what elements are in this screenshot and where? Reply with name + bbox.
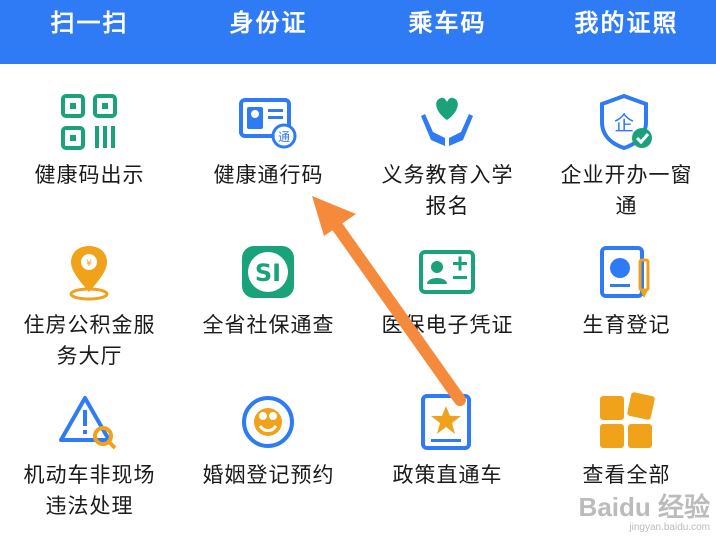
medical-card-icon xyxy=(417,242,477,302)
tab-scan[interactable]: 扫一扫 xyxy=(0,3,179,38)
top-tab-bar: 扫一扫 身份证 乘车码 我的证照 xyxy=(0,0,716,64)
svg-text:通: 通 xyxy=(278,130,290,144)
tab-id-card[interactable]: 身份证 xyxy=(179,3,358,38)
service-label: 健康通行码 xyxy=(213,163,324,187)
service-label: 机动车非现场 违法处理 xyxy=(23,463,156,518)
service-label: 全省社保通查 xyxy=(202,313,335,337)
service-medical-insurance-card[interactable]: 医保电子凭证 xyxy=(358,214,537,364)
service-label: 政策直通车 xyxy=(392,463,503,487)
service-housing-fund[interactable]: ¥ 住房公积金服 务大厅 xyxy=(0,214,179,368)
service-marriage-appointment[interactable]: 婚姻登记预约 xyxy=(179,364,358,514)
id-card-pass-icon: 通 xyxy=(238,92,298,152)
social-security-logo-icon: SI xyxy=(238,242,298,302)
qr-code-icon xyxy=(59,92,119,152)
heart-hands-icon xyxy=(417,92,477,152)
tab-ride-code[interactable]: 乘车码 xyxy=(358,3,537,38)
service-traffic-violation[interactable]: 机动车非现场 违法处理 xyxy=(0,364,179,518)
enterprise-shield-icon: 企 xyxy=(596,92,656,152)
watermark: Baidu 经验 jingyan.baidu.com xyxy=(579,487,710,533)
marriage-icon xyxy=(238,392,298,452)
service-label: 健康码出示 xyxy=(34,163,145,187)
service-label: 义务教育入学 报名 xyxy=(381,163,514,218)
policy-star-icon xyxy=(417,392,477,452)
service-label: 生育登记 xyxy=(582,313,671,337)
service-label: 医保电子凭证 xyxy=(381,313,514,337)
service-policy-express[interactable]: 政策直通车 xyxy=(358,364,537,514)
service-school-enrollment[interactable]: 义务教育入学 报名 xyxy=(358,64,537,218)
service-health-code[interactable]: 健康码出示 xyxy=(0,64,179,214)
baby-register-icon xyxy=(596,242,656,302)
svg-text:¥: ¥ xyxy=(86,259,92,269)
service-health-pass-code[interactable]: 通 健康通行码 xyxy=(179,64,358,214)
tab-my-certificates[interactable]: 我的证照 xyxy=(537,3,716,38)
svg-text:SI: SI xyxy=(255,259,281,287)
svg-text:企: 企 xyxy=(614,111,634,135)
service-label: 企业开办一窗 通 xyxy=(560,163,693,218)
service-label: 住房公积金服 务大厅 xyxy=(23,313,156,368)
all-apps-grid-icon xyxy=(596,392,656,452)
service-social-security[interactable]: SI 全省社保通查 xyxy=(179,214,358,364)
service-enterprise-setup[interactable]: 企 企业开办一窗 通 xyxy=(537,64,716,218)
location-pin-icon: ¥ xyxy=(59,242,119,302)
warning-triangle-icon xyxy=(59,392,119,452)
service-birth-registration[interactable]: 生育登记 xyxy=(537,214,716,364)
service-label: 婚姻登记预约 xyxy=(202,463,335,487)
service-grid: 健康码出示 通 健康通行码 义务教育入学 报名 企 企业开办一窗 通 ¥ 住房公… xyxy=(0,64,716,537)
watermark-text: Baidu 经验 xyxy=(578,492,710,522)
